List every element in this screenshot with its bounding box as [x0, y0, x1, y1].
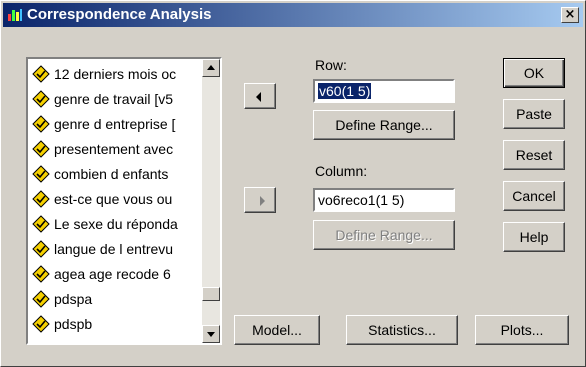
- list-item[interactable]: pdspb: [32, 313, 202, 335]
- scroll-thumb[interactable]: [202, 287, 220, 301]
- column-variable-field[interactable]: vo6reco1(1 5): [313, 188, 455, 212]
- column-label: Column:: [315, 163, 368, 179]
- row-label: Row:: [315, 57, 347, 73]
- help-button[interactable]: Help: [503, 222, 565, 252]
- list-item[interactable]: pdspa: [32, 288, 202, 310]
- list-item[interactable]: est-ce que vous ou: [32, 188, 202, 210]
- model-button[interactable]: Model...: [234, 315, 320, 345]
- list-item[interactable]: presentement avec: [32, 138, 202, 160]
- source-variable-list[interactable]: 12 derniers mois oc genre de travail [v5 g…: [26, 57, 222, 345]
- statistics-button[interactable]: Statistics...: [346, 315, 458, 345]
- paste-button[interactable]: Paste: [503, 99, 565, 129]
- scale-variable-icon: [32, 265, 50, 284]
- variable-name: 12 derniers mois oc: [54, 66, 177, 82]
- list-item[interactable]: 12 derniers mois oc: [32, 63, 202, 85]
- chart-app-icon: [8, 9, 22, 21]
- scroll-down-button[interactable]: [202, 325, 220, 343]
- plots-button[interactable]: Plots...: [475, 315, 569, 345]
- row-define-range-button[interactable]: Define Range...: [313, 110, 455, 140]
- scale-variable-icon: [32, 65, 50, 84]
- scroll-up-arrow-icon: [207, 65, 215, 70]
- list-item[interactable]: langue de l entrevu: [32, 238, 202, 260]
- close-icon: ×: [564, 7, 576, 22]
- list-item[interactable]: genre d entreprise [: [32, 113, 202, 135]
- variable-name: genre de travail [v5: [54, 91, 174, 107]
- scale-variable-icon: [32, 290, 50, 309]
- list-item[interactable]: genre de travail [v5: [32, 88, 202, 110]
- scale-variable-icon: [32, 90, 50, 109]
- variable-name: genre d entreprise [: [54, 116, 176, 132]
- variable-name: est-ce que vous ou: [54, 191, 173, 207]
- scale-variable-icon: [32, 140, 50, 159]
- scale-variable-icon: [32, 215, 50, 234]
- variable-name: langue de l entrevu: [54, 241, 174, 257]
- list-item[interactable]: combien d enfants: [32, 163, 202, 185]
- arrow-right-icon: [260, 196, 265, 206]
- cancel-button[interactable]: Cancel: [503, 181, 565, 211]
- correspondence-analysis-dialog: Correspondence Analysis × 12 derniers mo…: [0, 0, 586, 367]
- variable-name: presentement avec: [54, 141, 174, 157]
- move-to-row-button[interactable]: [244, 83, 276, 109]
- variable-name: combien d enfants: [54, 166, 169, 182]
- ok-button[interactable]: OK: [503, 58, 565, 88]
- list-item[interactable]: agea age recode 6: [32, 263, 202, 285]
- reset-button[interactable]: Reset: [503, 140, 565, 170]
- variable-name: pdspb: [54, 316, 93, 332]
- title-bar[interactable]: Correspondence Analysis ×: [3, 3, 583, 27]
- scale-variable-icon: [32, 315, 50, 334]
- arrow-left-icon: [256, 92, 261, 102]
- move-to-column-button[interactable]: [244, 187, 276, 213]
- variable-list-scrollbar[interactable]: [202, 59, 220, 343]
- scale-variable-icon: [32, 190, 50, 209]
- window-title: Correspondence Analysis: [27, 6, 212, 23]
- row-variable-value: v60(1 5): [318, 83, 372, 99]
- row-variable-field[interactable]: v60(1 5): [313, 79, 455, 103]
- variable-name: pdspa: [54, 291, 93, 307]
- scale-variable-icon: [32, 240, 50, 259]
- scale-variable-icon: [32, 115, 50, 134]
- scroll-up-button[interactable]: [202, 59, 220, 77]
- column-define-range-button[interactable]: Define Range...: [313, 220, 455, 250]
- variable-name: Le sexe du réponda: [54, 216, 178, 232]
- list-item[interactable]: Le sexe du réponda: [32, 213, 202, 235]
- scroll-down-arrow-icon: [207, 332, 215, 337]
- scale-variable-icon: [32, 165, 50, 184]
- variable-name: agea age recode 6: [54, 266, 171, 282]
- close-button[interactable]: ×: [561, 7, 579, 23]
